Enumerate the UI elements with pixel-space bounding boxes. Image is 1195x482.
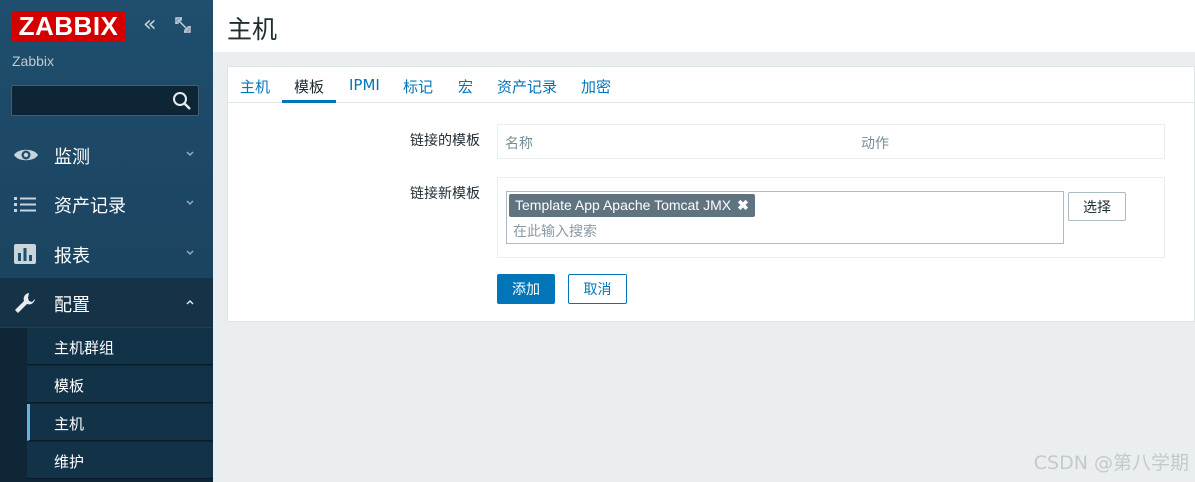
menu-label-monitoring: 监测 [54,147,90,168]
linked-templates-label: 链接的模板 [410,133,480,149]
sidebar-search[interactable] [11,85,199,116]
configuration-submenu: 主机群组 模板 主机 维护 [0,328,213,482]
link-new-templates-box: Template App Apache Tomcat JMX ✖ 选择 [497,177,1165,258]
eye-icon [14,149,38,161]
host-form-panel: 主机 模板 IPMI 标记 宏 资产记录 加密 链接的模板 名称 动作 链接新模… [227,66,1195,322]
chevron-down-icon [186,250,194,255]
remove-chip-icon[interactable]: ✖ [737,197,749,213]
tab-encryption[interactable]: 加密 [581,76,611,97]
menu-item-reports[interactable]: 报表 [0,229,213,278]
menu-item-inventory[interactable]: 资产记录 [0,179,213,228]
submenu-label: 主机群组 [54,339,115,357]
select-button[interactable]: 选择 [1068,192,1126,221]
menu-item-monitoring[interactable]: 监测 [0,130,213,179]
cancel-button[interactable]: 取消 [568,274,627,304]
list-icon [14,197,36,212]
menu-label-configuration: 配置 [54,295,90,316]
tab-ipmi[interactable]: IPMI [349,76,380,94]
active-tab-indicator [282,100,336,103]
column-header-name: 名称 [505,136,533,152]
link-new-templates-label: 链接新模板 [410,186,480,202]
menu-label-inventory: 资产记录 [54,196,126,217]
submenu-item-host-groups[interactable]: 主机群组 [27,328,213,365]
tab-macros[interactable]: 宏 [458,76,473,97]
template-search-input[interactable] [513,220,913,242]
tab-tags[interactable]: 标记 [403,76,433,97]
add-button[interactable]: 添加 [497,274,555,304]
sidebar-search-input[interactable] [12,86,162,115]
column-header-action: 动作 [861,136,889,152]
page-header [213,0,1195,52]
tab-host[interactable]: 主机 [240,76,270,97]
template-multiselect[interactable]: Template App Apache Tomcat JMX ✖ [506,191,1064,244]
selected-template-chip: Template App Apache Tomcat JMX ✖ [509,194,755,217]
submenu-item-templates[interactable]: 模板 [27,366,213,403]
sidebar: ZABBIX « Zabbix 监测 资产记录 报表 配置 主机群组 模板 主机… [0,0,213,482]
search-icon[interactable] [172,91,192,111]
watermark: CSDN @第八学期 [1033,452,1189,474]
menu-label-reports: 报表 [54,246,90,267]
chevron-down-icon [186,151,194,156]
tab-inventory[interactable]: 资产记录 [497,76,557,97]
menu-item-configuration[interactable]: 配置 [0,278,213,327]
submenu-item-hosts[interactable]: 主机 [27,404,213,441]
page-title: 主机 [227,15,278,44]
wrench-icon [15,293,35,313]
zabbix-logo[interactable]: ZABBIX [12,11,125,42]
chevron-down-icon [186,200,194,205]
collapse-sidebar-button[interactable]: « [143,14,165,38]
kiosk-mode-icon[interactable] [174,16,192,34]
tab-bar: 主机 模板 IPMI 标记 宏 资产记录 加密 [228,67,1195,103]
submenu-item-maintenance[interactable]: 维护 [27,442,213,479]
submenu-label: 模板 [54,377,85,395]
selected-template-name: Template App Apache Tomcat JMX [515,197,732,213]
bar-chart-icon [14,244,36,264]
chevron-up-icon [186,300,194,305]
linked-templates-table: 名称 动作 [497,124,1165,159]
submenu-label: 主机 [54,415,85,433]
server-name: Zabbix [12,53,55,69]
tab-templates[interactable]: 模板 [294,76,324,97]
submenu-label: 维护 [54,453,85,471]
